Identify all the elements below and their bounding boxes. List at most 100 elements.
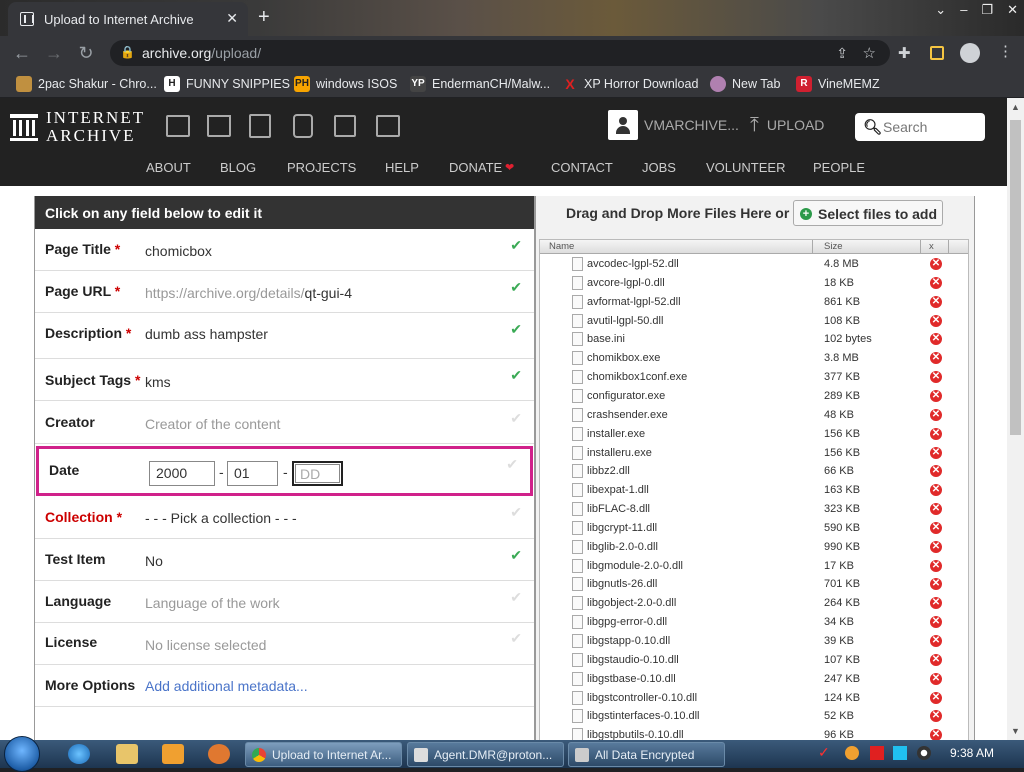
remove-file-icon[interactable]: ✕	[930, 521, 942, 534]
date-month-input[interactable]: 01	[227, 461, 278, 486]
remove-file-icon[interactable]: ✕	[930, 691, 942, 704]
browser-tab[interactable]: Upload to Internet Archive ✕	[8, 2, 248, 36]
remove-file-icon[interactable]: ✕	[930, 578, 942, 591]
share-icon[interactable]: ⇪	[836, 45, 848, 62]
scroll-up-icon[interactable]: ▲	[1011, 102, 1020, 112]
forward-arrow-icon[interactable]: →	[44, 43, 64, 64]
field-date[interactable]: Date 2000 - 01 - DD ✔	[36, 446, 533, 496]
scrollbar-thumb[interactable]	[1010, 120, 1021, 435]
remove-file-icon[interactable]: ✕	[930, 371, 942, 384]
start-button[interactable]	[4, 736, 40, 772]
page-scrollbar[interactable]: ▲ ▼	[1007, 98, 1024, 740]
scroll-down-icon[interactable]: ▼	[1011, 726, 1020, 736]
address-bar[interactable]: 🔒 archive.org/upload/ ⇪ ☆	[110, 40, 890, 66]
bookmark-item[interactable]: New Tab	[710, 76, 780, 92]
tray-volume-icon[interactable]	[917, 746, 931, 760]
tray-search-icon[interactable]	[845, 746, 859, 760]
field-test-item[interactable]: Test Item No ✔	[35, 539, 534, 581]
remove-file-icon[interactable]: ✕	[930, 729, 942, 740]
remove-file-icon[interactable]: ✕	[930, 503, 942, 516]
bookmark-item[interactable]: YP EndermanCH/Malw...	[410, 76, 550, 92]
date-day-input[interactable]: DD	[292, 461, 343, 486]
video-film-icon[interactable]	[249, 114, 271, 138]
tray-check-icon[interactable]: ✓	[818, 744, 832, 760]
software-floppy-icon[interactable]	[334, 115, 356, 137]
remove-file-icon[interactable]: ✕	[930, 465, 942, 478]
select-files-button[interactable]: + Select files to add	[793, 200, 943, 226]
reload-icon[interactable]: ↻	[76, 43, 96, 64]
back-arrow-icon[interactable]: ←	[12, 43, 32, 64]
field-collection[interactable]: Collection * - - - Pick a collection - -…	[35, 496, 534, 539]
remove-file-icon[interactable]: ✕	[930, 653, 942, 666]
remove-file-icon[interactable]: ✕	[930, 635, 942, 647]
audio-speaker-icon[interactable]	[293, 114, 313, 138]
task-encrypted[interactable]: All Data Encrypted	[568, 742, 725, 767]
col-size[interactable]: Size	[824, 241, 842, 252]
remove-file-icon[interactable]: ✕	[930, 710, 942, 723]
tab-search-icon[interactable]: ⌄	[935, 2, 946, 18]
ia-logo[interactable]: INTERNET ARCHIVE	[10, 109, 145, 145]
menu-blog[interactable]: BLOG	[220, 160, 256, 175]
menu-contact[interactable]: CONTACT	[551, 160, 613, 175]
upload-link[interactable]: ⤒ UPLOAD	[750, 115, 824, 135]
remove-file-icon[interactable]: ✕	[930, 314, 942, 327]
tray-monitor-icon[interactable]	[893, 746, 907, 760]
minimize-button[interactable]: –	[960, 2, 967, 18]
field-license[interactable]: License No license selected ✔	[35, 623, 534, 665]
new-tab-button[interactable]: +	[258, 6, 270, 29]
taskbar-clock[interactable]: 9:38 AM	[950, 746, 994, 760]
menu-projects[interactable]: PROJECTS	[287, 160, 356, 175]
bookmark-star-icon[interactable]: ☆	[863, 44, 876, 62]
bookmark-item[interactable]: 2pac Shakur - Chro...	[16, 76, 157, 92]
field-page-title[interactable]: Page Title * chomicbox ✔	[35, 229, 534, 271]
menu-help[interactable]: HELP	[385, 160, 419, 175]
texts-book-icon[interactable]	[207, 115, 231, 137]
tab-close-icon[interactable]: ✕	[226, 10, 238, 27]
remove-file-icon[interactable]: ✕	[930, 540, 942, 553]
field-language[interactable]: Language Language of the work ✔	[35, 581, 534, 623]
bookmark-item[interactable]: X XP Horror Download	[562, 76, 698, 92]
bookmark-item[interactable]: R VineMEMZ	[796, 76, 880, 92]
bookmark-item[interactable]: H FUNNY SNIPPIES	[164, 76, 290, 92]
collection-select[interactable]: - - - Pick a collection - - -	[145, 510, 297, 526]
remove-file-icon[interactable]: ✕	[930, 672, 942, 685]
menu-volunteer[interactable]: VOLUNTEER	[706, 160, 785, 175]
add-metadata-link[interactable]: Add additional metadata...	[145, 678, 308, 694]
col-name[interactable]: Name	[549, 241, 574, 252]
remove-file-icon[interactable]: ✕	[930, 446, 942, 459]
explorer-folder-icon[interactable]	[116, 744, 138, 764]
remove-file-icon[interactable]: ✕	[930, 258, 942, 270]
menu-donate[interactable]: DONATE	[449, 160, 502, 175]
remove-file-icon[interactable]: ✕	[930, 484, 942, 497]
tray-flag-icon[interactable]	[870, 746, 884, 760]
close-window-button[interactable]: ✕	[1007, 2, 1018, 18]
search-input[interactable]: 🔍︎ Search	[855, 113, 985, 141]
remove-file-icon[interactable]: ✕	[930, 333, 942, 346]
remove-file-icon[interactable]: ✕	[930, 295, 942, 308]
field-description[interactable]: Description * dumb ass hampster ✔	[35, 313, 534, 359]
account-menu[interactable]: VMARCHIVE...	[608, 110, 739, 140]
date-year-input[interactable]: 2000	[149, 461, 215, 486]
menu-about[interactable]: ABOUT	[146, 160, 191, 175]
task-chrome[interactable]: Upload to Internet Ar...	[245, 742, 402, 767]
restore-button[interactable]: ❐	[981, 2, 993, 18]
extensions-puzzle-icon[interactable]: ✚	[898, 44, 911, 62]
remove-file-icon[interactable]: ✕	[930, 597, 942, 610]
remove-file-icon[interactable]: ✕	[930, 276, 942, 289]
menu-people[interactable]: PEOPLE	[813, 160, 865, 175]
remove-file-icon[interactable]: ✕	[930, 559, 942, 572]
menu-kebab-icon[interactable]: ⋮	[998, 42, 1013, 60]
app-icon[interactable]	[208, 744, 230, 764]
remove-file-icon[interactable]: ✕	[930, 352, 942, 365]
field-subject-tags[interactable]: Subject Tags * kms ✔	[35, 359, 534, 401]
field-page-url[interactable]: Page URL * https://archive.org/details/q…	[35, 271, 534, 313]
remove-file-icon[interactable]: ✕	[930, 389, 942, 402]
media-player-icon[interactable]	[162, 744, 184, 764]
remove-file-icon[interactable]: ✕	[930, 408, 942, 421]
remove-file-icon[interactable]: ✕	[930, 616, 942, 629]
task-agent[interactable]: Agent.DMR@proton...	[407, 742, 564, 767]
profile-avatar-icon[interactable]	[960, 43, 980, 63]
web-icon[interactable]	[166, 115, 190, 137]
ie-icon[interactable]	[68, 744, 90, 764]
bookmark-item[interactable]: PH windows ISOS	[294, 76, 397, 92]
